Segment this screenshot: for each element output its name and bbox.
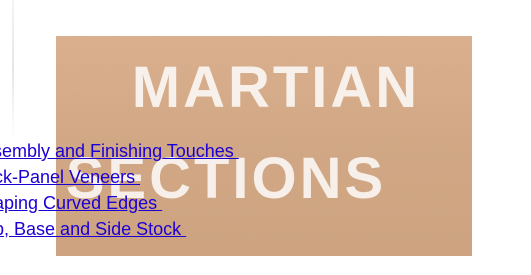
link-top-base-side-stock[interactable]: op, Base and Side Stock <box>0 216 404 242</box>
frame-divider <box>12 0 14 140</box>
logo-text-martian: MARTIAN <box>132 55 420 120</box>
link-assembly-finishing[interactable]: ssembly and Finishing Touches <box>0 138 404 164</box>
page: MARTIAN SECTIONS ssembly and Finishing T… <box>0 0 531 275</box>
link-shaping-curved-edges[interactable]: haping Curved Edges <box>0 190 404 216</box>
link-back-panel-veneers[interactable]: ack-Panel Veneers <box>0 164 404 190</box>
section-link-list: ssembly and Finishing Touches ack-Panel … <box>0 138 404 242</box>
